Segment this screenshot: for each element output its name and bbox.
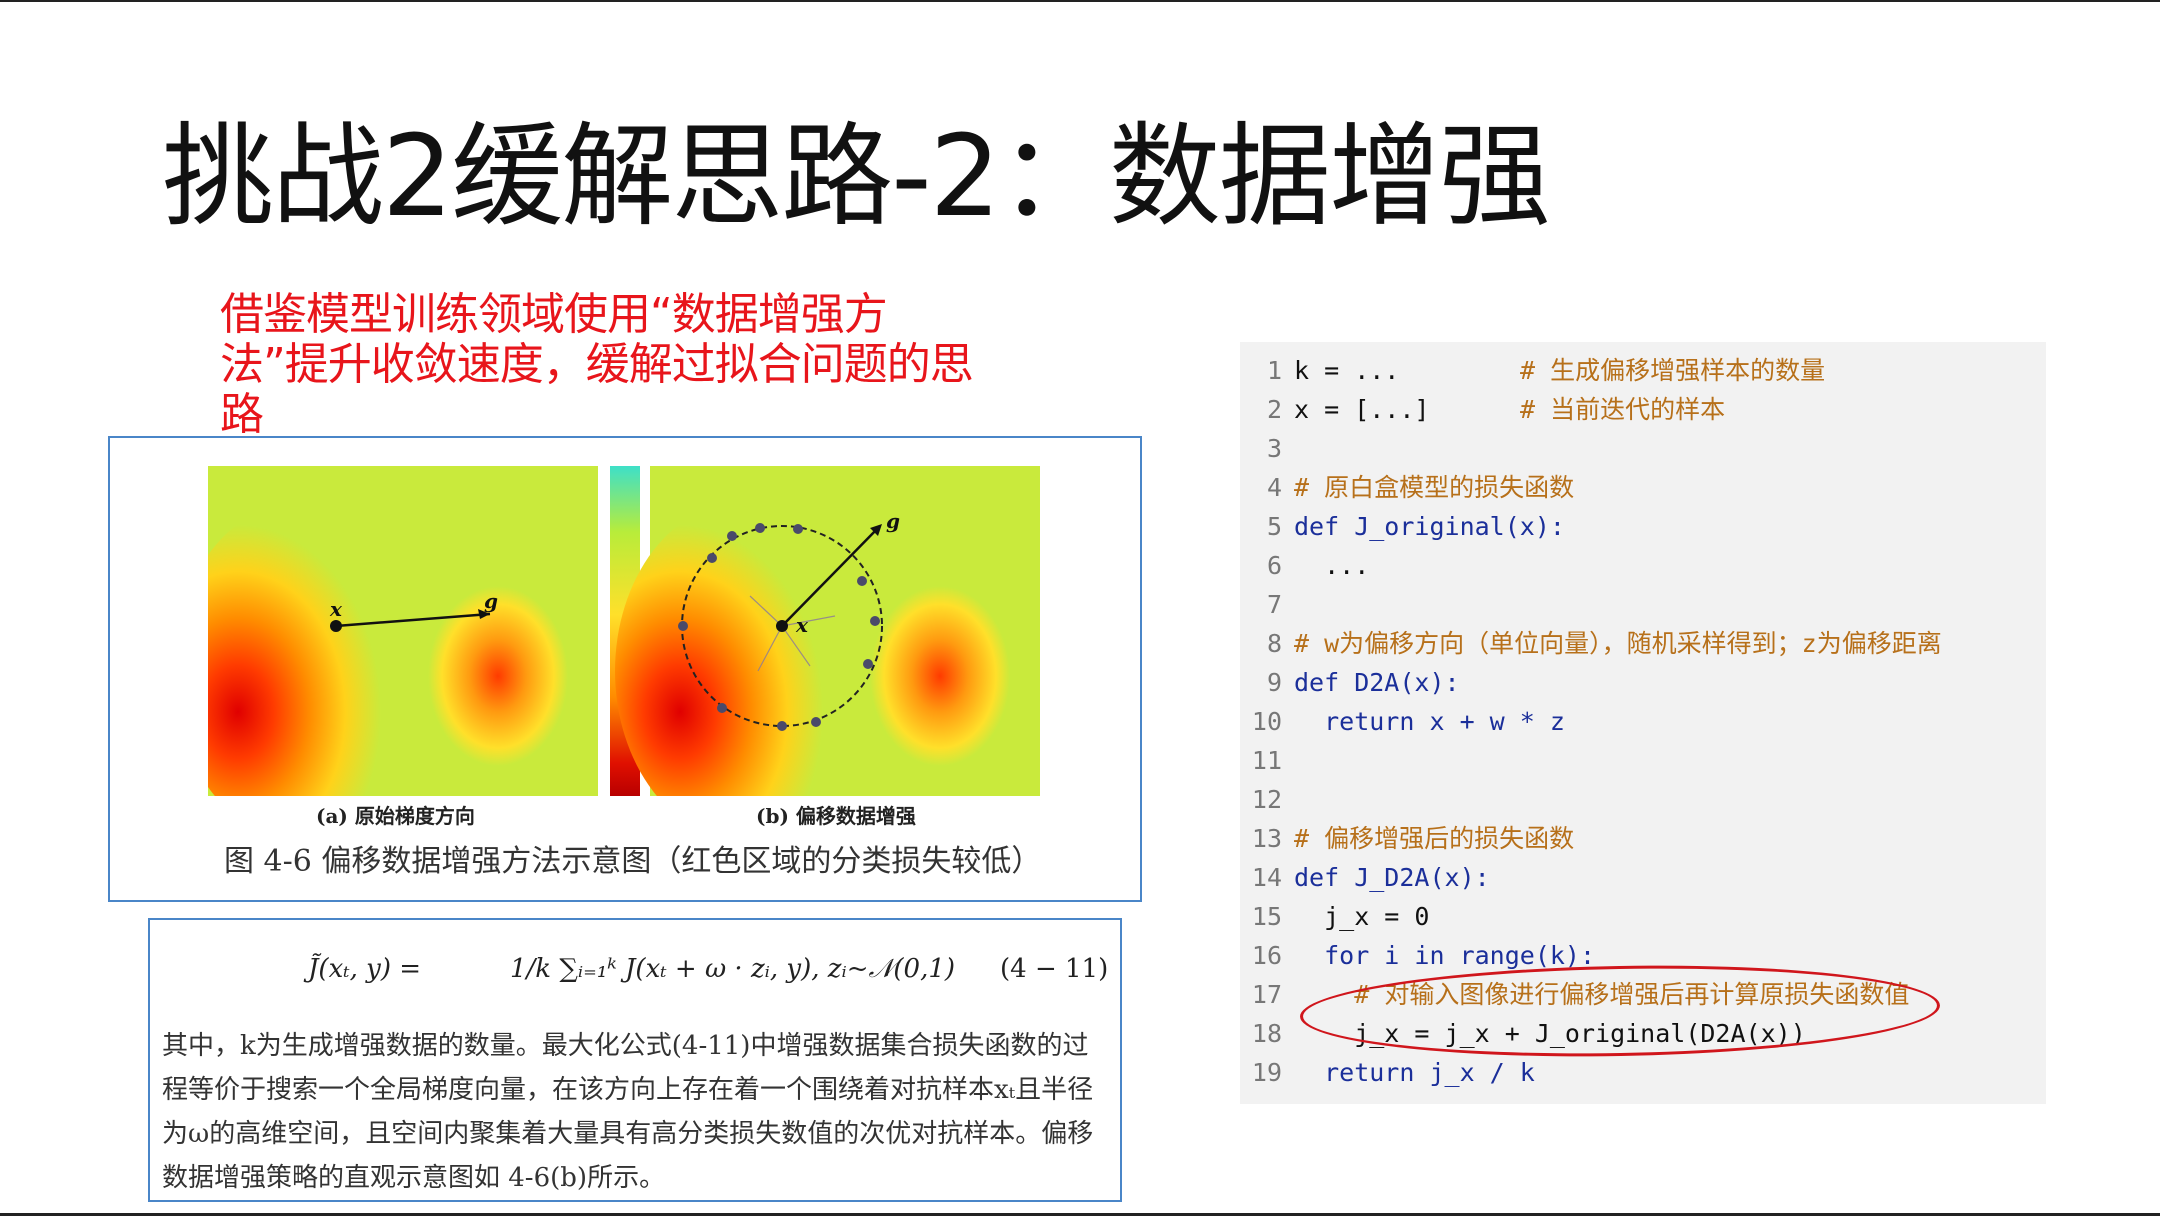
formula: J̃(xₜ, y) = 1/k ∑ᵢ₌₁ᵏ J(xₜ + ω · zᵢ, y),… [150, 920, 1124, 1022]
code-text: for i in range(k): [1294, 941, 1596, 970]
formula-lhs: J̃(xₜ, y) = [308, 954, 422, 984]
code-line: 6 ... [1240, 547, 2046, 585]
formula-rhs: 1/k ∑ᵢ₌₁ᵏ J(xₜ + ω · zᵢ, y), zᵢ~𝒩(0,1) [510, 954, 956, 984]
code-text: k = ... [1294, 356, 1400, 385]
code-text: x = [...] [1294, 395, 1430, 424]
code-line: 3 [1240, 430, 2046, 468]
code-line: 15 j_x = 0 [1240, 898, 2046, 936]
panel-b-heatmap: x g [615, 466, 1040, 796]
code-line: 11 [1240, 742, 2046, 780]
code-text: return x + w * z [1294, 707, 1565, 736]
line-number: 8 [1266, 629, 1282, 658]
code-text: j_x = 0 [1294, 902, 1430, 931]
line-number: 4 [1266, 473, 1282, 502]
code-line: 5 def J_original(x): [1240, 508, 2046, 546]
panel-a-heatmap: x g [208, 466, 598, 796]
code-line: 14 def J_D2A(x): [1240, 859, 2046, 897]
line-number: 18 [1251, 1019, 1282, 1048]
line-number: 14 [1251, 863, 1282, 892]
code-line: 13 # 偏移增强后的损失函数 [1240, 820, 2046, 858]
code-text: ... [1294, 551, 1370, 580]
slide-subtitle: 借鉴模型训练领域使用“数据增强方法”提升收敛速度，缓解过拟合问题的思路 [220, 289, 974, 440]
line-number: 5 [1266, 512, 1282, 541]
code-text: def J_D2A(x): [1294, 863, 1490, 892]
line-number: 10 [1251, 707, 1282, 736]
code-line: 12 [1240, 781, 2046, 819]
line-number: 16 [1251, 941, 1282, 970]
top-border [0, 0, 2160, 2]
code-comment: # 偏移增强后的损失函数 [1294, 824, 1575, 853]
svg-text:g: g [886, 509, 900, 533]
panel-b-label: (b) 偏移数据增强 [756, 804, 916, 828]
svg-text:g: g [484, 589, 498, 613]
svg-text:x: x [795, 613, 809, 637]
bottom-border [0, 1213, 2160, 1216]
code-text: def D2A(x): [1294, 668, 1460, 697]
code-line: 9 def D2A(x): [1240, 664, 2046, 702]
code-comment: # w为偏移方向（单位向量），随机采样得到；z为偏移距离 [1294, 629, 1942, 658]
code-comment: # 生成偏移增强样本的数量 [1520, 356, 1826, 385]
panel-a-label: (a) 原始梯度方向 [316, 804, 475, 828]
line-number: 2 [1266, 395, 1282, 424]
line-number: 12 [1251, 785, 1282, 814]
code-line: 19 return j_x / k [1240, 1054, 2046, 1092]
formula-paragraph: 其中，k为生成增强数据的数量。最大化公式(4-11)中增强数据集合损失函数的过程… [162, 1031, 1094, 1193]
line-number: 17 [1251, 980, 1282, 1009]
code-line: 1 k = ... # 生成偏移增强样本的数量 [1240, 352, 2046, 390]
code-line: 7 [1240, 586, 2046, 624]
code-line: 8 # w为偏移方向（单位向量），随机采样得到；z为偏移距离 [1240, 625, 2046, 663]
slide-title: 挑战2缓解思路-2：数据增强 [162, 112, 1551, 242]
line-number: 3 [1266, 434, 1282, 463]
code-text: return j_x / k [1294, 1058, 1535, 1087]
line-number: 1 [1266, 356, 1282, 385]
line-number: 19 [1251, 1058, 1282, 1087]
code-comment: # 当前迭代的样本 [1520, 395, 1726, 424]
svg-text:x: x [329, 597, 343, 621]
line-number: 6 [1266, 551, 1282, 580]
figure-caption: 图 4-6 偏移数据增强方法示意图（红色区域的分类损失较低） [224, 844, 1042, 879]
formula-frame: J̃(xₜ, y) = 1/k ∑ᵢ₌₁ᵏ J(xₜ + ω · zᵢ, y),… [148, 918, 1122, 1202]
code-line: 2 x = [...] # 当前迭代的样本 [1240, 391, 2046, 429]
formula-number: (4 − 11) [1000, 954, 1109, 984]
loss-landscape-figure: x g x g [208, 466, 1040, 796]
line-number: 7 [1266, 590, 1282, 619]
code-line: 10 return x + w * z [1240, 703, 2046, 741]
line-number: 15 [1251, 902, 1282, 931]
line-number: 9 [1266, 668, 1282, 697]
code-comment: # 原白盒模型的损失函数 [1294, 473, 1575, 502]
code-text: def J_original(x): [1294, 512, 1565, 541]
code-line: 4 # 原白盒模型的损失函数 [1240, 469, 2046, 507]
line-number: 11 [1251, 746, 1282, 775]
line-number: 13 [1251, 824, 1282, 853]
